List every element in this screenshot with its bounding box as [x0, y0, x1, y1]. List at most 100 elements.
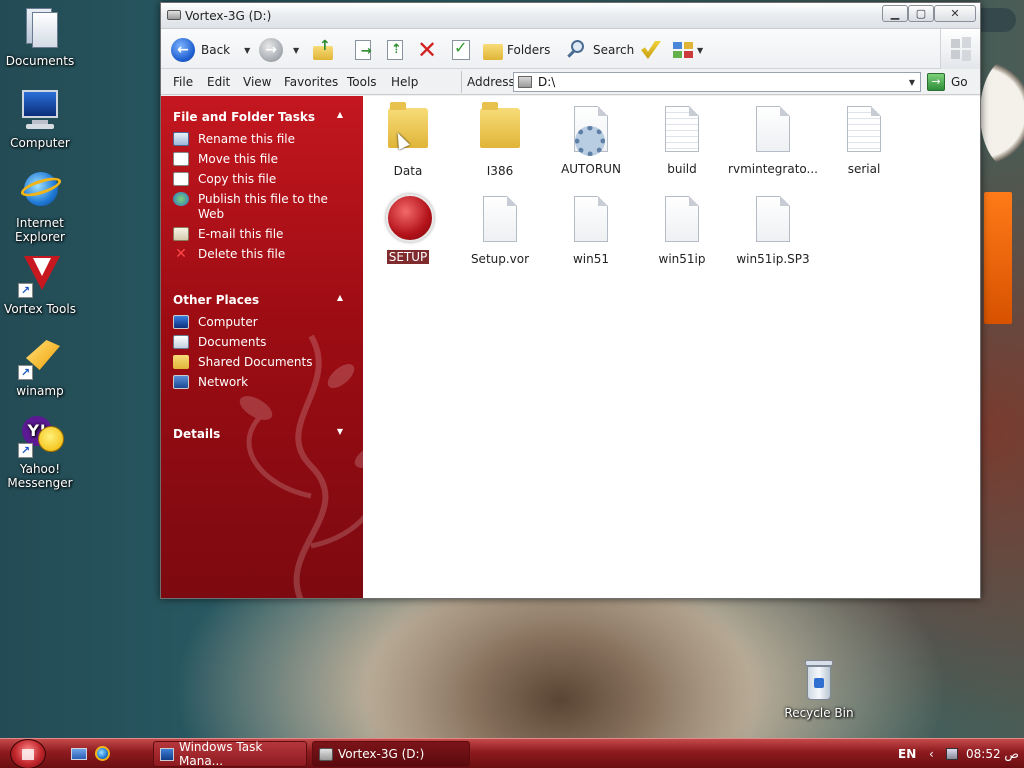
language-indicator[interactable]: EN: [898, 747, 916, 761]
forward-button[interactable]: → ▼: [259, 37, 299, 63]
desktop-icon-winamp[interactable]: ↗ winamp: [1, 336, 79, 398]
move-icon: [173, 152, 189, 166]
checkmark-icon: ✓: [449, 38, 473, 62]
address-bar[interactable]: D:\ ▼: [513, 72, 921, 92]
copy-to-button[interactable]: ⇡: [383, 37, 407, 63]
task-move[interactable]: Move this file: [161, 150, 363, 170]
search-button[interactable]: Search: [565, 37, 634, 63]
minimize-button[interactable]: ▁: [882, 5, 908, 22]
details-header[interactable]: Details ▼: [161, 413, 363, 447]
desktop-icon-computer[interactable]: Computer: [1, 88, 79, 150]
drive-icon: [319, 747, 333, 761]
up-folder-button[interactable]: ↑: [311, 37, 335, 63]
file-name: rvmintegrato...: [728, 162, 818, 176]
task-email[interactable]: E-mail this file: [161, 225, 363, 245]
file-name: AUTORUN: [561, 162, 621, 176]
menu-file[interactable]: File: [173, 75, 193, 89]
file-item[interactable]: win51ip.SP3: [728, 192, 818, 266]
details-title: Details: [173, 427, 221, 441]
search-label: Search: [593, 43, 635, 57]
desktop-icon-documents[interactable]: Documents: [1, 6, 79, 68]
menu-view[interactable]: View: [243, 75, 271, 89]
menu-help[interactable]: Help: [391, 75, 418, 89]
taskbar: Windows Task Mana... Vortex-3G (D:) EN ‹…: [0, 738, 1024, 768]
notes-gadget[interactable]: [984, 192, 1012, 324]
taskbar-button-explorer[interactable]: Vortex-3G (D:): [312, 741, 470, 767]
tray-icon[interactable]: [946, 748, 958, 760]
desktop-icon-label: Internet Explorer: [15, 216, 65, 244]
address-value[interactable]: D:\: [538, 75, 904, 89]
folders-button[interactable]: Folders: [481, 37, 550, 63]
blank-file-icon: [751, 196, 795, 248]
vortex-toolbar-button[interactable]: [639, 37, 663, 63]
menu-favorites[interactable]: Favorites: [284, 75, 338, 89]
taskbar-button-task-manager[interactable]: Windows Task Mana...: [153, 740, 307, 768]
shortcut-arrow-icon: ↗: [18, 365, 33, 380]
recycle-bin-icon: [797, 658, 841, 702]
move-to-button[interactable]: →: [351, 37, 375, 63]
collapse-chevron-icon[interactable]: ▲: [337, 110, 343, 119]
file-item[interactable]: win51: [546, 192, 636, 266]
collapse-chevron-icon[interactable]: ▲: [337, 293, 343, 302]
task-label: Rename this file: [198, 132, 296, 146]
maximize-button[interactable]: ▢: [908, 5, 934, 22]
window-title: Vortex-3G (D:): [185, 9, 272, 23]
menu-tools[interactable]: Tools: [347, 75, 377, 89]
desktop-icon-internet-explorer[interactable]: Internet Explorer: [1, 168, 79, 244]
other-places-header[interactable]: Other Places ▲: [161, 279, 363, 313]
file-item[interactable]: win51ip: [637, 192, 727, 266]
address-dropdown-icon[interactable]: ▼: [904, 78, 920, 87]
views-button[interactable]: ▼: [671, 37, 703, 63]
properties-button[interactable]: ✓: [449, 37, 473, 63]
search-icon: [565, 38, 589, 62]
text-file-icon: [660, 106, 704, 158]
clock[interactable]: 08:52 ص: [966, 747, 1019, 761]
file-item[interactable]: serial: [819, 102, 909, 176]
task-manager-icon: [160, 747, 174, 761]
file-item-selected[interactable]: SETUP: [363, 192, 453, 264]
file-item[interactable]: rvmintegrato...: [728, 102, 818, 176]
file-name: win51: [572, 252, 610, 266]
file-item[interactable]: AUTORUN: [546, 102, 636, 176]
task-delete[interactable]: ✕ Delete this file: [161, 245, 363, 265]
file-name: Setup.vor: [470, 252, 530, 266]
back-button[interactable]: ← Back ▼: [171, 37, 250, 63]
forward-dropdown-icon[interactable]: ▼: [293, 46, 299, 55]
maximize-icon: ▢: [915, 7, 927, 20]
views-dropdown-icon[interactable]: ▼: [697, 46, 703, 55]
delete-icon: ✕: [175, 246, 187, 262]
menu-divider: [461, 71, 462, 93]
menu-bar: File Edit View Favorites Tools Help Addr…: [161, 69, 980, 95]
window-titlebar[interactable]: Vortex-3G (D:) ▁ ▢ ✕: [161, 3, 980, 29]
desktop-icon-vortex-tools[interactable]: ↗ Vortex Tools: [1, 254, 79, 316]
expand-chevron-icon[interactable]: ▼: [337, 427, 343, 436]
start-button[interactable]: [10, 739, 46, 768]
file-item[interactable]: Setup.vor: [455, 192, 545, 266]
blank-file-icon: [660, 196, 704, 248]
file-tasks-header[interactable]: File and Folder Tasks ▲: [161, 96, 363, 130]
tray-expand-icon[interactable]: ‹: [929, 747, 934, 761]
file-name: serial: [847, 162, 881, 176]
task-publish[interactable]: Publish this file to the Web: [161, 190, 363, 225]
file-item[interactable]: build: [637, 102, 727, 176]
close-button[interactable]: ✕: [934, 5, 976, 22]
taskbar-button-label: Vortex-3G (D:): [338, 747, 425, 761]
yahoo-messenger-icon: Y! ↗: [18, 414, 64, 458]
desktop-icon-yahoo-messenger[interactable]: Y! ↗ Yahoo! Messenger: [1, 414, 79, 490]
file-item[interactable]: I386: [455, 102, 545, 178]
explorer-window: Vortex-3G (D:) ▁ ▢ ✕ ← Back ▼ → ▼ ↑ → ⇡ …: [160, 2, 981, 599]
show-desktop-icon[interactable]: [71, 746, 87, 762]
task-copy[interactable]: Copy this file: [161, 170, 363, 190]
desktop-icon-recycle-bin[interactable]: Recycle Bin: [780, 658, 858, 720]
delete-button[interactable]: ✕: [415, 37, 439, 63]
menu-edit[interactable]: Edit: [207, 75, 230, 89]
rename-icon: [173, 132, 189, 146]
file-view[interactable]: Data I386 AUTORUN build rvmintegrato... …: [363, 96, 980, 598]
go-button[interactable]: → Go: [927, 72, 968, 92]
copy-icon: [173, 172, 189, 186]
task-rename[interactable]: Rename this file: [161, 130, 363, 150]
folder-icon: [478, 102, 522, 160]
internet-explorer-icon[interactable]: [95, 746, 111, 762]
back-dropdown-icon[interactable]: ▼: [244, 46, 250, 55]
address-label: Address: [467, 75, 515, 89]
